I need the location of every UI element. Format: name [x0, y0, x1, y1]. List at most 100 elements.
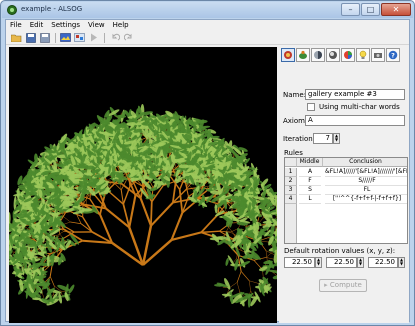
- tree-leaf: [109, 155, 113, 166]
- tree-branch: [108, 190, 124, 205]
- tree-branch: [150, 201, 153, 226]
- properties-panel: ? Name: gallery example #3 Using multi-c…: [279, 47, 409, 323]
- rotation-z-input[interactable]: 22.50: [368, 257, 398, 268]
- rule-row-number[interactable]: 3: [285, 186, 297, 195]
- window-controls: – □ ✕: [340, 3, 411, 16]
- help-icon[interactable]: ?: [386, 48, 400, 62]
- rotation-label: Default rotation values (x, y, z):: [284, 247, 396, 255]
- material-icon[interactable]: [311, 48, 325, 62]
- close-button[interactable]: ✕: [381, 3, 411, 16]
- tree-branch: [249, 280, 251, 291]
- tree-branch: [150, 201, 174, 227]
- rule-middle-cell[interactable]: L: [299, 195, 321, 204]
- redo-icon[interactable]: [122, 32, 135, 44]
- save-as-icon[interactable]: [38, 32, 51, 44]
- tree-branch: [82, 216, 93, 233]
- tree-leaf: [224, 278, 231, 290]
- toolbar-separator: [55, 32, 56, 43]
- client-area: File Edit Settings View Help ? Name: gal…: [5, 19, 410, 323]
- rule-conclusion-cell[interactable]: &FL!A]/////'[&FL!A]///////'[&FL!: [325, 168, 407, 177]
- rule-conclusion-cell[interactable]: ['''^^{-f+f+f-|-f+f+f}]: [325, 195, 407, 204]
- tree-leaf: [9, 212, 11, 224]
- iterations-spinner[interactable]: ▲ ▼: [333, 133, 340, 144]
- tree-branch: [80, 223, 93, 233]
- tree-branch: [236, 271, 242, 283]
- rules-header-middle: Middle: [297, 158, 323, 167]
- rule-conclusion-cell[interactable]: FL: [325, 186, 407, 195]
- lighting-icon[interactable]: [326, 48, 340, 62]
- tree-branch: [170, 212, 184, 241]
- tree-render: [9, 103, 277, 308]
- rotation-z-spinner[interactable]: ▲ ▼: [398, 257, 405, 268]
- tree-branch: [139, 197, 152, 227]
- lsystem-icon[interactable]: [281, 48, 295, 62]
- rules-corner-header: [285, 158, 297, 167]
- maximize-button[interactable]: □: [361, 3, 380, 16]
- name-input[interactable]: gallery example #3: [305, 89, 405, 100]
- tree-branch: [70, 221, 82, 225]
- title-bar: example - ALSOG – □ ✕: [2, 2, 413, 18]
- rotation-y-input[interactable]: 22.50: [326, 257, 357, 268]
- rotation-x-input[interactable]: 22.50: [284, 257, 315, 268]
- rule-row-number[interactable]: 4: [285, 195, 297, 204]
- tree-leaf: [115, 114, 127, 119]
- tree-branch: [240, 271, 250, 282]
- tree-branch: [249, 280, 259, 284]
- tree-leaf: [272, 275, 277, 280]
- iterations-input[interactable]: 7: [313, 133, 333, 144]
- rules-table[interactable]: Middle Conclusion 1 A &FL!A]/////'[&FL!A…: [284, 157, 408, 244]
- multichar-checkbox[interactable]: [307, 103, 315, 111]
- tree-branch: [171, 231, 202, 241]
- settings-icon[interactable]: [73, 32, 86, 44]
- name-label: Name:: [283, 91, 307, 99]
- rule-middle-cell[interactable]: A: [299, 168, 321, 177]
- tree-branch: [230, 228, 238, 233]
- render-icon[interactable]: [59, 32, 72, 44]
- menu-help[interactable]: Help: [109, 20, 133, 31]
- menu-settings[interactable]: Settings: [47, 20, 84, 31]
- tree-leaf: [225, 257, 229, 266]
- tree-branch: [265, 250, 268, 261]
- render-canvas[interactable]: [9, 47, 277, 323]
- save-icon[interactable]: [24, 32, 37, 44]
- rotation-x-spinner[interactable]: ▲ ▼: [315, 257, 322, 268]
- turtle-icon[interactable]: [296, 48, 310, 62]
- rule-middle-cell[interactable]: F: [299, 177, 321, 186]
- rule-row-number[interactable]: 2: [285, 177, 297, 186]
- compute-button[interactable]: ▸ Compute: [319, 279, 367, 292]
- axiom-label: Axiom:: [283, 117, 308, 125]
- open-icon[interactable]: [10, 32, 23, 44]
- axiom-input[interactable]: A: [305, 115, 405, 126]
- menu-edit[interactable]: Edit: [26, 20, 48, 31]
- minimize-button[interactable]: –: [341, 3, 360, 16]
- menu-bar: File Edit Settings View Help: [6, 20, 409, 31]
- tree-branch: [49, 276, 55, 287]
- colors-icon[interactable]: [341, 48, 355, 62]
- app-logo-icon: [7, 5, 17, 15]
- rule-conclusion-cell[interactable]: S/////F: [325, 177, 407, 186]
- tree-branch: [201, 230, 220, 234]
- rule-row-empty[interactable]: [285, 204, 297, 243]
- rule-row-number[interactable]: 1: [285, 168, 297, 177]
- svg-text:?: ?: [391, 51, 395, 59]
- rule-middle-cell[interactable]: S: [299, 186, 321, 195]
- tree-leaf: [273, 252, 277, 264]
- menu-view[interactable]: View: [84, 20, 109, 31]
- rotation-y-spinner[interactable]: ▲ ▼: [357, 257, 364, 268]
- tree-branch: [229, 282, 238, 288]
- tree-branch: [63, 216, 71, 223]
- menu-file[interactable]: File: [6, 20, 26, 31]
- window-title: example - ALSOG: [21, 5, 83, 13]
- camera-icon[interactable]: [371, 48, 385, 62]
- undo-icon[interactable]: [108, 32, 121, 44]
- tree-branch: [128, 195, 137, 228]
- rules-label: Rules: [284, 149, 303, 157]
- run-icon[interactable]: [87, 32, 100, 44]
- light-bulb-icon[interactable]: [356, 48, 370, 62]
- app-window: example - ALSOG – □ ✕ File Edit Settings…: [0, 0, 415, 326]
- compute-icon: ▸: [324, 281, 328, 289]
- tree-leaf: [50, 254, 55, 267]
- tree-branch: [237, 255, 242, 272]
- rules-header-conclusion: Conclusion: [323, 158, 407, 167]
- compute-label: Compute: [329, 281, 362, 289]
